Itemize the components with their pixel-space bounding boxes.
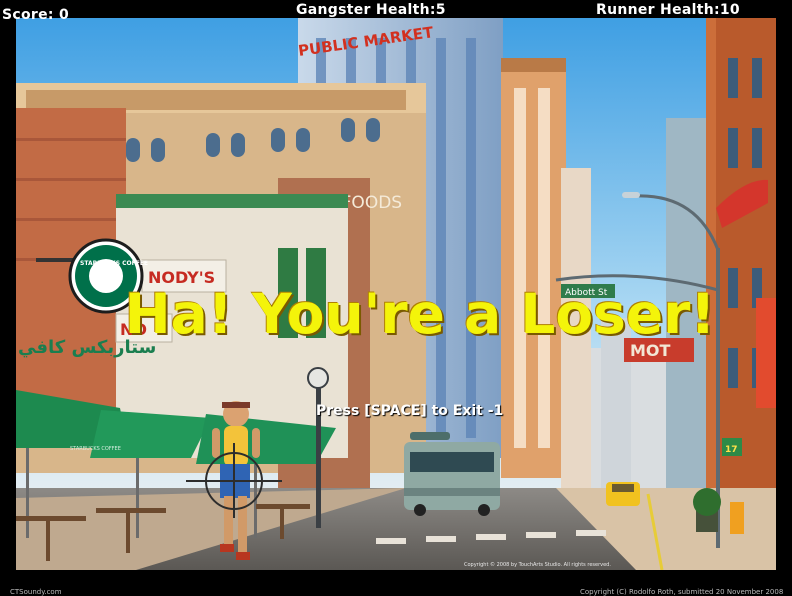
footer-bar: CTSoundy.com Copyright (C) Rodolfo Roth,… bbox=[0, 570, 792, 596]
orange-building bbox=[501, 58, 566, 478]
taxi-cab bbox=[606, 482, 640, 506]
trolley-bus bbox=[404, 432, 500, 516]
gangster-health-display: Gangster Health:5 bbox=[296, 2, 446, 18]
svg-text:17: 17 bbox=[725, 445, 738, 455]
scene-credit: Copyright © 2008 by TouchArts Studio. Al… bbox=[464, 561, 611, 568]
svg-text:STARBUCKS COFFEE: STARBUCKS COFFEE bbox=[70, 446, 121, 452]
game-over-message: Ha! You're a Loser! bbox=[124, 282, 716, 346]
svg-text:STARBUCKS COFFEE: STARBUCKS COFFEE bbox=[80, 260, 148, 267]
exit-instruction: Press [SPACE] to Exit -1 bbox=[316, 403, 504, 419]
hud-bar: Score: 0 Gangster Health:5 Runner Health… bbox=[0, 0, 792, 23]
footer-copyright-text: Copyright (C) Rodolfo Roth, submitted 20… bbox=[580, 588, 784, 596]
score-display: Score: 0 bbox=[2, 7, 70, 23]
bus-stop-sign: 17 bbox=[722, 438, 742, 456]
footer-site-text: CTSoundy.com bbox=[10, 588, 62, 596]
runner-health-display: Runner Health:10 bbox=[596, 2, 740, 18]
